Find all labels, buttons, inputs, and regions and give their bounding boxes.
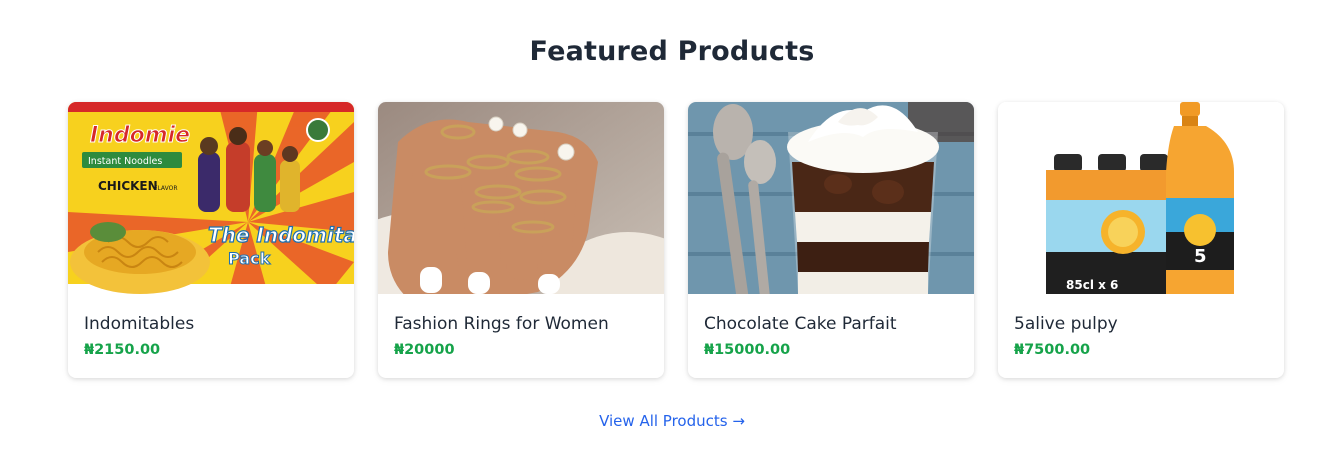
view-all-products-link-wrapper: View All Products → xyxy=(0,412,1344,430)
product-price: ₦7500.00 xyxy=(1014,342,1091,358)
pack-logo-text: Indomie xyxy=(90,123,190,148)
pack-title2: Pack xyxy=(228,249,271,268)
product-image-5alive-pulpy[interactable]: 85cl x 6 5 xyxy=(998,102,1284,294)
pack-flavor-sub: FLAVOR xyxy=(154,185,178,192)
product-name[interactable]: 5alive pulpy xyxy=(1014,314,1118,334)
product-image-indomitables[interactable]: Indomie Instant Noodles CHICKEN FLAVOR T… xyxy=(68,102,354,294)
product-name[interactable]: Chocolate Cake Parfait xyxy=(704,314,897,334)
product-card-fashion-rings[interactable]: Fashion Rings for Women ₦20000 xyxy=(378,102,664,378)
section-title: Featured Products xyxy=(529,36,815,67)
product-card-indomitables[interactable]: Indomie Instant Noodles CHICKEN FLAVOR T… xyxy=(68,102,354,378)
pack-subtext: Instant Noodles xyxy=(88,156,162,167)
view-all-products-link[interactable]: View All Products → xyxy=(599,412,745,430)
brand-mark: 5 xyxy=(1194,246,1207,267)
product-price: ₦15000.00 xyxy=(704,342,791,358)
product-card-5alive-pulpy[interactable]: 85cl x 6 5 5alive pulpy ₦7500.00 xyxy=(998,102,1284,378)
bottle-label: 85cl x 6 xyxy=(1066,278,1118,292)
pack-title: The Indomitables xyxy=(208,223,354,247)
product-price: ₦2150.00 xyxy=(84,342,161,358)
product-name[interactable]: Fashion Rings for Women xyxy=(394,314,609,334)
product-card-chocolate-parfait[interactable]: Chocolate Cake Parfait ₦15000.00 xyxy=(688,102,974,378)
product-image-chocolate-parfait[interactable] xyxy=(688,102,974,294)
product-price: ₦20000 xyxy=(394,342,455,358)
pack-flavor: CHICKEN xyxy=(98,179,158,193)
product-name[interactable]: Indomitables xyxy=(84,314,194,334)
product-image-fashion-rings[interactable] xyxy=(378,102,664,294)
